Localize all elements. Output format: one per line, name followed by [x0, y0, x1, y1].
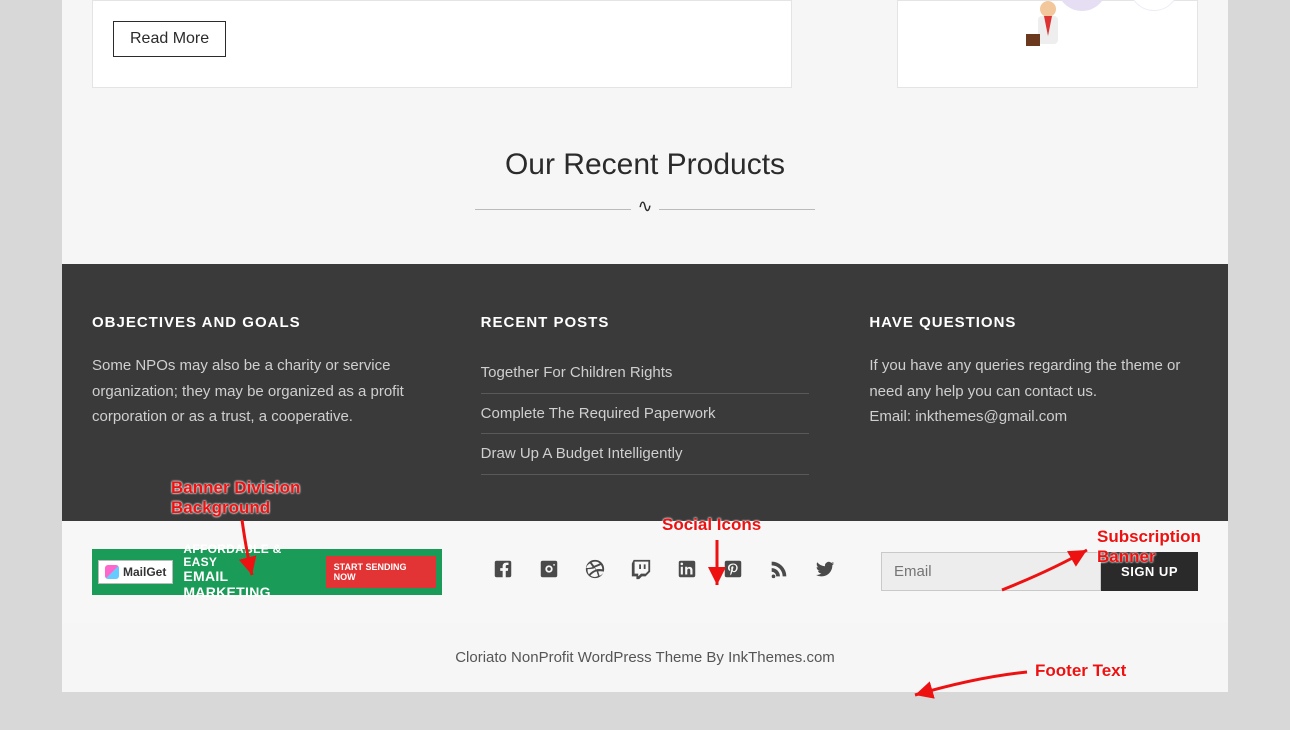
- list-item[interactable]: Complete The Required Paperwork: [481, 394, 810, 435]
- linkedin-icon[interactable]: [676, 558, 698, 585]
- footer-col-questions: HAVE QUESTIONS If you have any queries r…: [869, 314, 1198, 475]
- side-card: [897, 0, 1198, 88]
- footer-text: Some NPOs may also be a charity or servi…: [92, 353, 421, 430]
- footer-dark: OBJECTIVES AND GOALS Some NPOs may also …: [62, 264, 1228, 521]
- list-item[interactable]: Draw Up A Budget Intelligently: [481, 434, 810, 475]
- zigzag-icon: ∿: [631, 197, 658, 215]
- twitch-icon[interactable]: [630, 558, 652, 585]
- mailget-text: AFFORDABLE & EASY EMAIL MARKETING: [183, 543, 315, 600]
- avatar: [1129, 0, 1179, 11]
- mailget-logo: MailGet: [98, 560, 173, 584]
- footer-col-recent: RECENT POSTS Together For Children Right…: [481, 314, 810, 475]
- twitter-icon[interactable]: [814, 558, 836, 585]
- list-item[interactable]: Together For Children Rights: [481, 353, 810, 394]
- section-divider: ∿: [475, 200, 815, 218]
- footer-heading: HAVE QUESTIONS: [869, 314, 1198, 331]
- footer-light: MailGet AFFORDABLE & EASY EMAIL MARKETIN…: [62, 521, 1228, 623]
- page-container: Read More Our Recent Products ∿ OBJECTIV…: [62, 0, 1228, 692]
- facebook-icon[interactable]: [492, 558, 514, 585]
- footer-text: If you have any queries regarding the th…: [869, 353, 1198, 404]
- footer-heading: RECENT POSTS: [481, 314, 810, 331]
- signup-button[interactable]: SIGN UP: [1101, 552, 1198, 591]
- businessman-icon: [1028, 1, 1068, 46]
- mailget-banner[interactable]: MailGet AFFORDABLE & EASY EMAIL MARKETIN…: [92, 549, 442, 595]
- dribbble-icon[interactable]: [584, 558, 606, 585]
- rss-icon[interactable]: [768, 558, 790, 585]
- instagram-icon[interactable]: [538, 558, 560, 585]
- copyright: Cloriato NonProfit WordPress Theme By In…: [62, 623, 1228, 692]
- mailget-cta[interactable]: START SENDING NOW: [326, 556, 436, 588]
- footer-heading: OBJECTIVES AND GOALS: [92, 314, 421, 331]
- pinterest-icon[interactable]: [722, 558, 744, 585]
- email-field[interactable]: [881, 552, 1101, 591]
- read-more-button[interactable]: Read More: [113, 21, 226, 57]
- footer-email: Email: inkthemes@gmail.com: [869, 404, 1198, 430]
- section-title: Our Recent Products: [62, 148, 1228, 182]
- recent-posts-list: Together For Children Rights Complete Th…: [481, 353, 810, 475]
- footer-col-objectives: OBJECTIVES AND GOALS Some NPOs may also …: [92, 314, 421, 475]
- subscribe-form: SIGN UP: [881, 552, 1198, 591]
- cards-row: Read More: [62, 0, 1228, 88]
- post-card: Read More: [92, 0, 792, 88]
- social-row: [492, 558, 836, 585]
